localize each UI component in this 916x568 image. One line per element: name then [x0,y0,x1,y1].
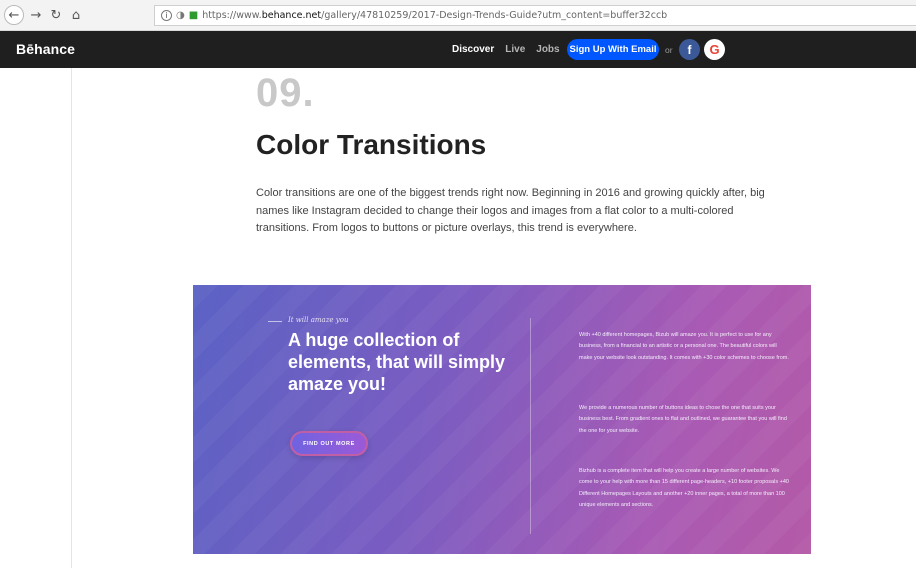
hero-tagline: It will amaze you [288,316,349,324]
section-heading: Color Transitions [256,129,487,160]
left-divider [71,68,72,568]
browser-toolbar: ← → ↻ ⌂ i ◑ ■ https://www. behance.net/ga… [0,0,916,31]
nav-jobs[interactable]: Jobs [536,44,559,55]
url-host: behance.net [261,10,322,21]
hero-banner-image: It will amaze you A huge collection of e… [193,285,811,554]
hero-title: A huge collection of elements, that will… [288,330,506,394]
nav-live[interactable]: Live [505,44,525,55]
back-arrow-icon[interactable]: ← [4,5,24,25]
forward-arrow-icon[interactable]: → [26,5,46,25]
lock-icon[interactable]: ■ [189,10,198,21]
hero-text-3: Bizhub is a complete item that will help… [579,468,789,509]
info-icon[interactable]: i [161,10,172,21]
url-prefix: https://www. [202,10,262,21]
url-path: /gallery/47810259/2017-Design-Trends-Gui… [321,10,668,21]
section-paragraph: Color transitions are one of the biggest… [256,187,765,234]
tagline-rule [268,321,282,322]
address-bar[interactable]: i ◑ ■ https://www. behance.net/gallery/47… [154,5,916,26]
or-label: or [665,45,673,55]
shield-icon[interactable]: ◑ [176,10,185,21]
find-out-more-button[interactable]: FIND OUT MORE [290,431,368,456]
home-icon[interactable]: ⌂ [66,5,86,25]
hero-text-2: We provide a numerous number of buttons … [579,405,787,434]
reload-icon[interactable]: ↻ [46,5,66,25]
site-header: Bēhance Discover Live Jobs Sign Up With … [0,31,916,68]
nav-discover[interactable]: Discover [452,44,494,55]
google-login-button[interactable]: G [704,39,725,60]
signup-email-button[interactable]: Sign Up With Email [567,39,659,60]
main-nav: Discover Live Jobs [452,44,560,55]
facebook-login-button[interactable]: f [679,39,700,60]
hero-divider [530,318,531,534]
behance-logo[interactable]: Bēhance [16,41,75,57]
hero-text-1: With +40 different homepages, Bizub will… [579,332,789,361]
section-number: 09. [256,71,315,115]
